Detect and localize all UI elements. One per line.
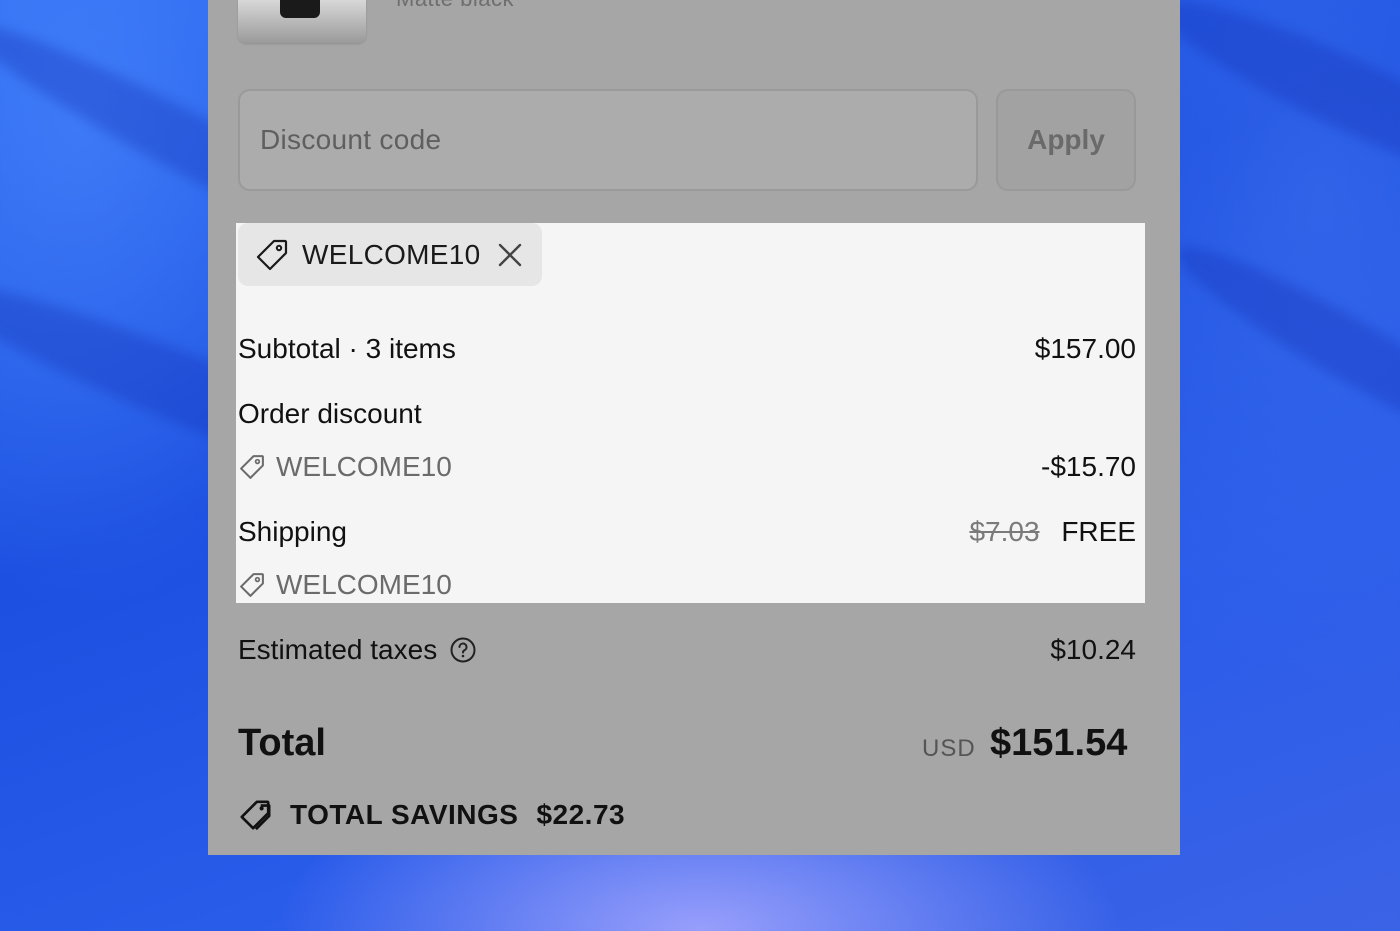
product-thumbnail xyxy=(238,0,366,43)
tag-icon xyxy=(238,798,272,832)
taxes-value: $10.24 xyxy=(1050,634,1136,665)
help-icon[interactable] xyxy=(449,636,477,664)
taxes-label: Estimated taxes xyxy=(238,634,438,665)
discount-code-placeholder: Discount code xyxy=(260,124,442,155)
subtotal-value: $157.00 xyxy=(1034,333,1136,364)
background-streak xyxy=(1161,224,1400,476)
total-savings-value: $22.73 xyxy=(536,799,626,830)
order-discount-code-row: WELCOME10 xyxy=(238,451,452,483)
total-value: $151.54 xyxy=(990,722,1128,764)
tag-icon xyxy=(238,453,266,481)
shipping-label: Shipping xyxy=(238,516,347,547)
background-streak xyxy=(1144,0,1400,216)
shipping-value-group: $7.03 FREE xyxy=(969,516,1136,548)
order-discount-value: -$15.70 xyxy=(1041,451,1136,482)
shipping-code: WELCOME10 xyxy=(276,569,452,600)
applied-discount-chip: WELCOME10 xyxy=(238,223,542,286)
shipping-original-price: $7.03 xyxy=(969,516,1040,547)
discount-code-input[interactable]: Discount code xyxy=(238,89,978,191)
total-savings-row: TOTAL SAVINGS $22.73 xyxy=(238,798,625,832)
order-discount-label: Order discount xyxy=(238,398,422,429)
order-discount-code: WELCOME10 xyxy=(276,451,452,482)
applied-code-label: WELCOME10 xyxy=(302,238,481,270)
total-currency: USD xyxy=(922,735,976,762)
tag-icon xyxy=(238,571,266,599)
total-savings-label: TOTAL SAVINGS xyxy=(290,799,519,830)
taxes-row: Estimated taxes xyxy=(238,634,477,666)
product-image xyxy=(280,0,320,18)
shipping-value: FREE xyxy=(1061,516,1136,547)
tag-icon xyxy=(254,237,290,273)
product-variant: Matte black xyxy=(396,0,514,12)
close-icon[interactable] xyxy=(496,241,524,269)
total-label: Total xyxy=(238,722,326,764)
subtotal-label: Subtotal · 3 items xyxy=(238,333,456,364)
shipping-code-row: WELCOME10 xyxy=(238,569,452,601)
apply-button[interactable]: Apply xyxy=(996,89,1136,191)
